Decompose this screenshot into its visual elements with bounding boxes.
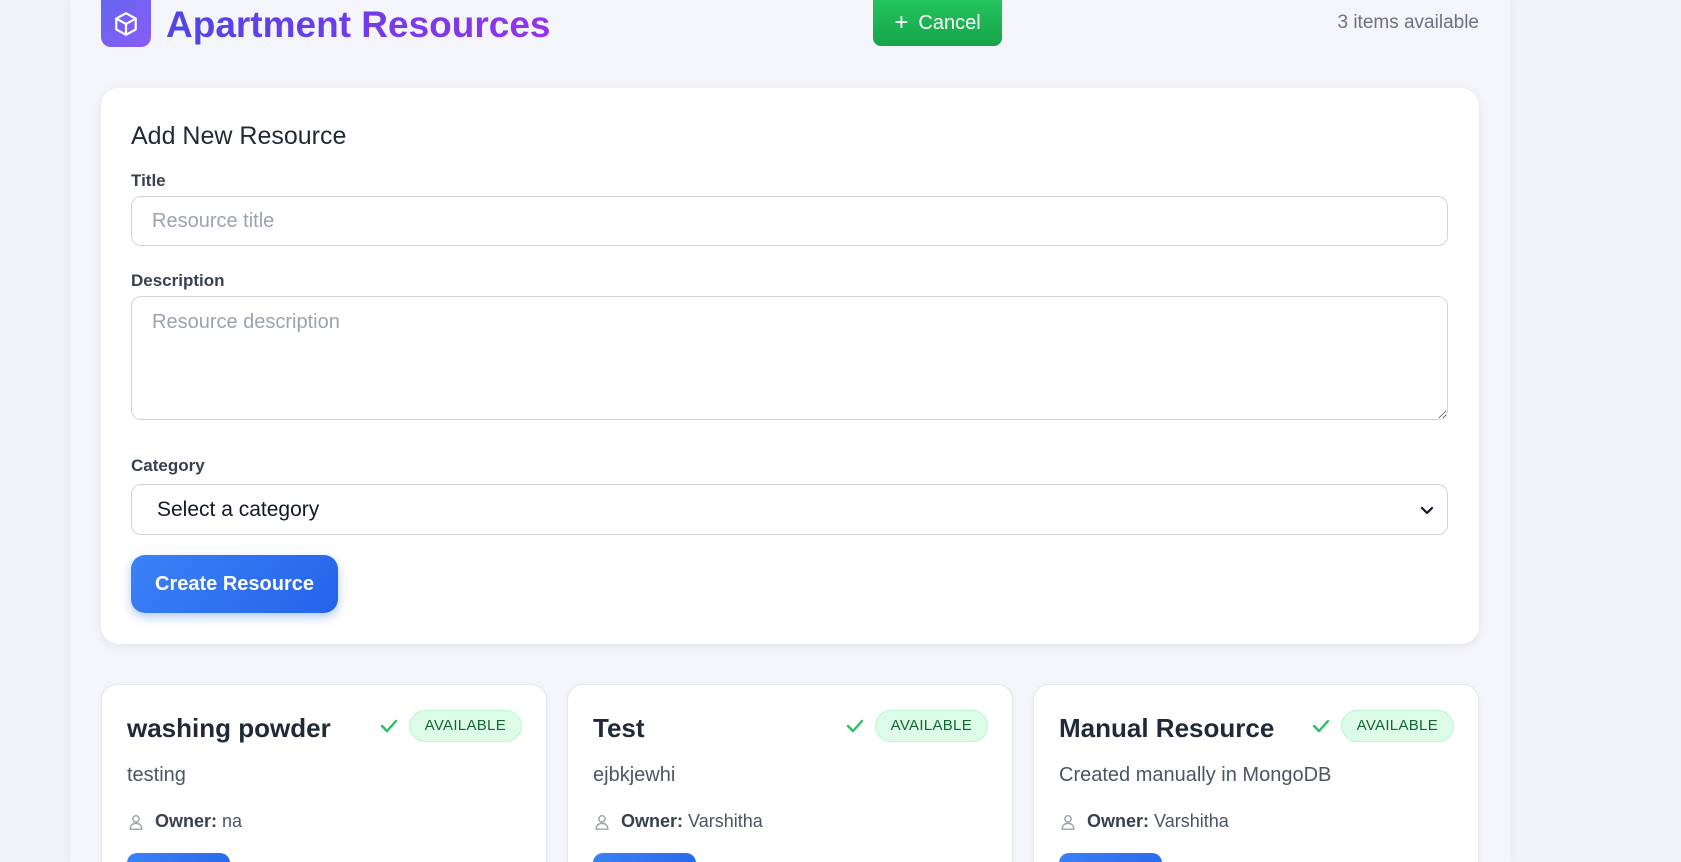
resource-title: washing powder [127,713,331,743]
owner-value: Varshitha [688,811,763,831]
description-label: Description [131,271,225,290]
title-input[interactable] [131,196,1448,246]
chevron-down-icon [1420,506,1434,514]
description-textarea[interactable] [131,296,1448,420]
resource-title: Manual Resource [1059,713,1275,743]
status-badge: AVAILABLE [1340,710,1454,742]
check-icon [1312,719,1329,733]
resource-description: Created manually in MongoDB [1059,764,1332,786]
resource-card: washing powder AVAILABLE testing Owner: … [101,684,547,862]
resource-action-button[interactable] [127,853,230,862]
resource-card: Test AVAILABLE ejbkjewhi Owner: Varshith… [567,684,1013,862]
category-selected-value: Select a category [157,497,320,521]
owner-label: Owner: [155,811,218,831]
user-icon [1061,814,1075,830]
app-logo [101,0,151,47]
check-icon [380,719,397,733]
status-badge: AVAILABLE [874,710,988,742]
page-title: Apartment Resources [166,2,551,48]
status-badge: AVAILABLE [408,710,522,742]
status-indicator: AVAILABLE [379,710,522,742]
cancel-button[interactable]: + Cancel [873,0,1002,46]
resource-description: ejbkjewhi [593,764,676,786]
resource-description: testing [127,764,186,786]
owner-row: Owner: na [127,811,242,832]
status-indicator: AVAILABLE [845,710,988,742]
category-select[interactable]: Select a category [131,484,1448,535]
cube-icon [115,11,137,36]
items-count: 3 items available [1337,12,1479,33]
owner-row: Owner: Varshitha [593,811,763,832]
cancel-button-label: Cancel [918,11,981,34]
resource-title: Test [593,713,645,743]
owner-value: Varshitha [1154,811,1229,831]
user-icon [129,814,143,830]
owner-value: na [222,811,243,831]
status-indicator: AVAILABLE [1311,710,1454,742]
create-resource-button[interactable]: Create Resource [131,555,338,613]
owner-label: Owner: [1087,811,1150,831]
owner-row: Owner: Varshitha [1059,811,1229,832]
owner-label: Owner: [621,811,684,831]
plus-icon: + [894,9,909,36]
resource-action-button[interactable] [1059,853,1162,862]
user-icon [595,814,609,830]
check-icon [846,719,863,733]
category-label: Category [131,456,205,475]
resource-action-button[interactable] [593,853,696,862]
resource-card: Manual Resource AVAILABLE Created manual… [1033,684,1479,862]
title-label: Title [131,171,166,190]
form-heading: Add New Resource [131,122,347,150]
